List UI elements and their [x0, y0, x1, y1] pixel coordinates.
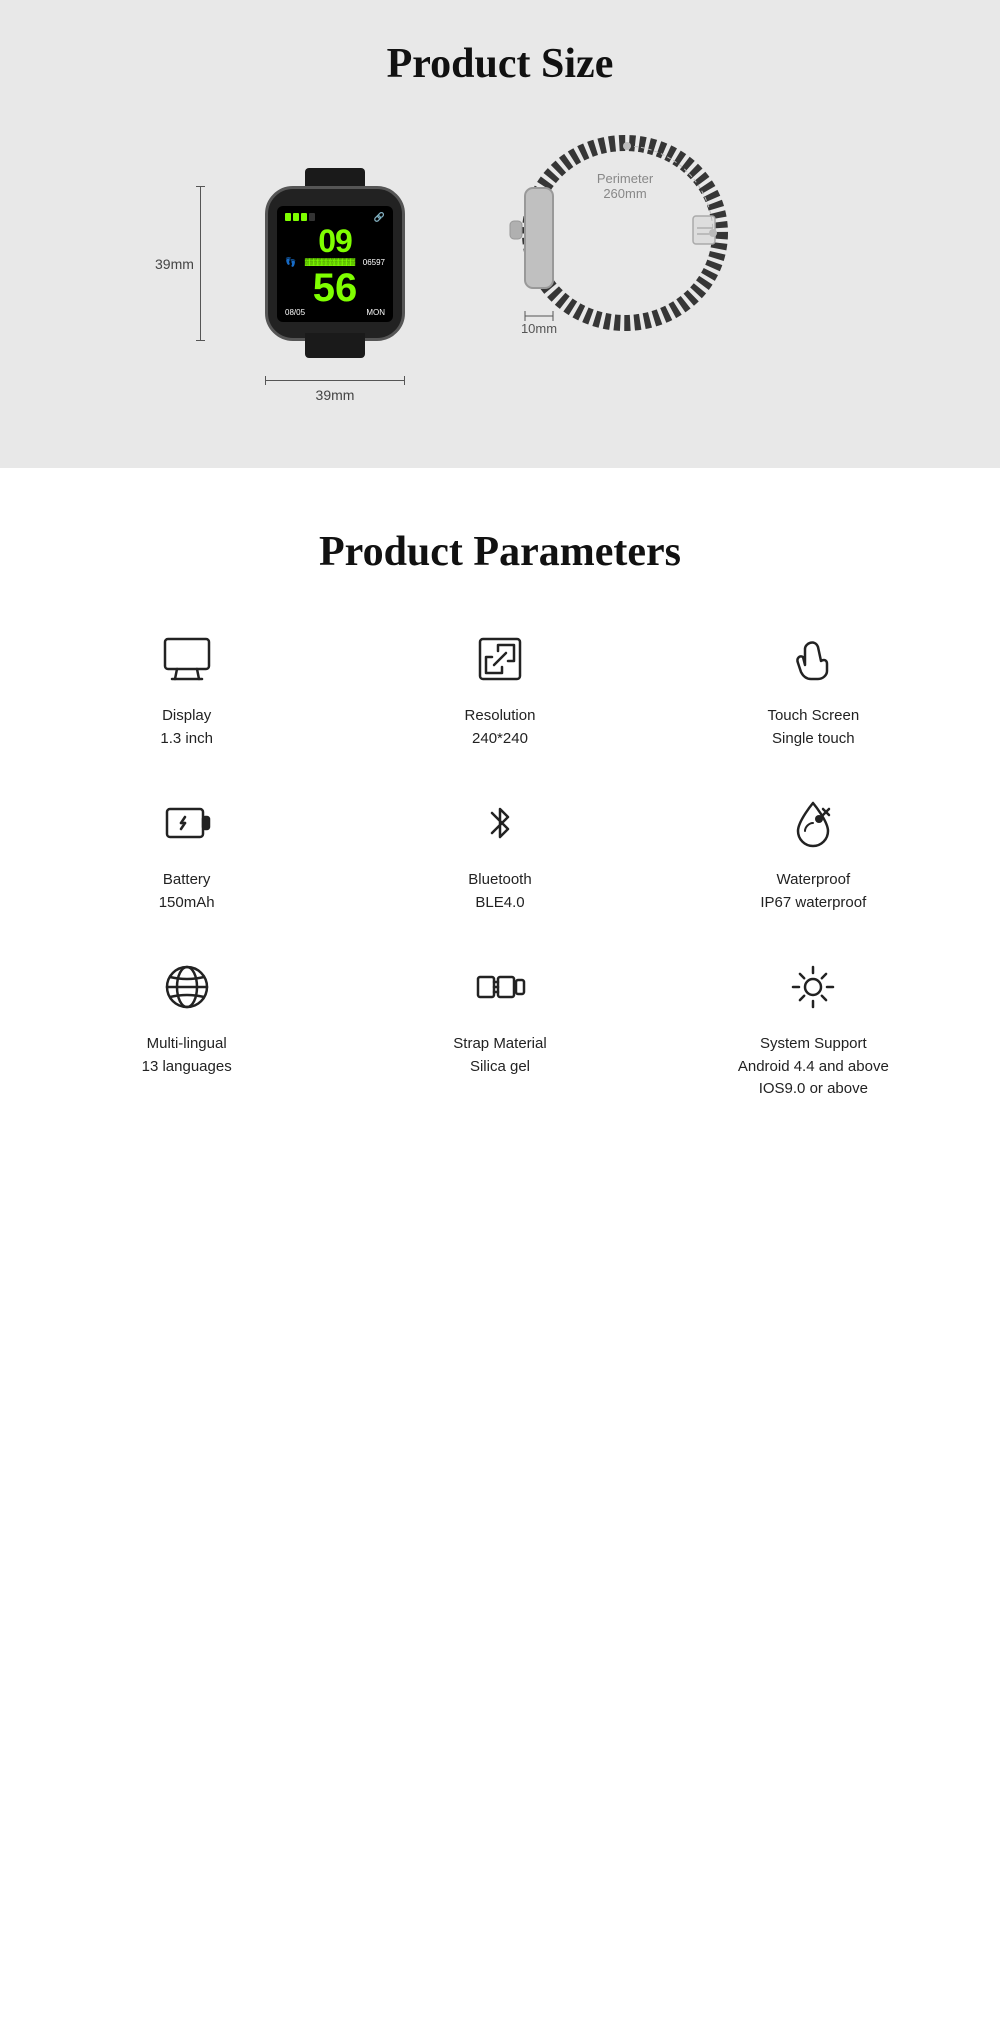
steps-number: 06597 [363, 258, 385, 267]
width-line [265, 380, 405, 381]
svg-text:Perimeter: Perimeter [597, 171, 654, 186]
param-item-battery: Battery150mAh [40, 790, 333, 914]
svg-text:260mm: 260mm [603, 186, 646, 201]
param-value-system: Android 4.4 and aboveIOS9.0 or above [738, 1056, 889, 1101]
watch-side-svg: Perimeter 260mm 10mm [495, 128, 745, 358]
battery-bar-1 [285, 213, 291, 221]
param-value-display: 1.3 inch [160, 728, 213, 751]
height-dimension: 39mm [200, 186, 201, 341]
screen-date-row: 08/05 MON [281, 308, 389, 317]
param-text-multilingual: Multi-lingual13 languages [142, 1033, 232, 1078]
param-label-bluetooth: Bluetooth [468, 869, 531, 892]
param-label-touchscreen: Touch Screen [767, 705, 859, 728]
screen-date: 08/05 [285, 308, 305, 317]
width-dimension: 39mm [265, 380, 405, 403]
connection-icon: 🔗 [374, 212, 385, 223]
param-label-display: Display [160, 705, 213, 728]
param-text-battery: Battery150mAh [159, 869, 215, 914]
height-label: 39mm [155, 256, 194, 272]
touch-screen-icon [781, 626, 846, 691]
watch-front-wrapper: 🔗 09 👣 ▓▓▓▓▓▓▓▓▓▓▓▓ 06597 56 [255, 168, 415, 358]
screen-day: MON [366, 308, 385, 317]
screen-time-hour: 09 [318, 225, 352, 257]
param-value-battery: 150mAh [159, 892, 215, 915]
resolution-icon [467, 626, 532, 691]
param-text-display: Display1.3 inch [160, 705, 213, 750]
watch-body: 🔗 09 👣 ▓▓▓▓▓▓▓▓▓▓▓▓ 06597 56 [265, 186, 405, 341]
watch-front-container: 🔗 09 👣 ▓▓▓▓▓▓▓▓▓▓▓▓ 06597 56 [255, 168, 415, 358]
watch-strap-bottom [305, 333, 365, 358]
param-value-resolution: 240*240 [465, 728, 536, 751]
param-item-system: System SupportAndroid 4.4 and aboveIOS9.… [667, 954, 960, 1101]
product-params-section: Product Parameters Display1.3 inch Resol… [0, 468, 1000, 1161]
screen-content: 🔗 09 👣 ▓▓▓▓▓▓▓▓▓▓▓▓ 06597 56 [277, 206, 393, 322]
steps-icon: 👣 [285, 257, 296, 268]
params-grid: Display1.3 inch Resolution240*240 Touch … [40, 626, 960, 1101]
param-label-system: System Support [738, 1033, 889, 1056]
steps-bar: ▓▓▓▓▓▓▓▓▓▓▓▓ [305, 259, 354, 266]
battery-icon [154, 790, 219, 855]
battery-bar-4 [309, 213, 315, 221]
param-text-system: System SupportAndroid 4.4 and aboveIOS9.… [738, 1033, 889, 1101]
param-value-bluetooth: BLE4.0 [468, 892, 531, 915]
watch-screen: 🔗 09 👣 ▓▓▓▓▓▓▓▓▓▓▓▓ 06597 56 [277, 206, 393, 322]
param-label-resolution: Resolution [465, 705, 536, 728]
watch-front: 🔗 09 👣 ▓▓▓▓▓▓▓▓▓▓▓▓ 06597 56 [255, 168, 415, 358]
product-params-title: Product Parameters [40, 528, 960, 576]
param-item-waterproof: WaterproofIP67 waterproof [667, 790, 960, 914]
param-text-bluetooth: BluetoothBLE4.0 [468, 869, 531, 914]
screen-time-min: 56 [313, 268, 358, 308]
param-value-touchscreen: Single touch [767, 728, 859, 751]
param-value-multilingual: 13 languages [142, 1056, 232, 1079]
param-item-strap: Strap MaterialSilica gel [353, 954, 646, 1101]
param-text-strap: Strap MaterialSilica gel [453, 1033, 546, 1078]
waterproof-icon [781, 790, 846, 855]
param-label-waterproof: Waterproof [760, 869, 866, 892]
battery-indicator [285, 213, 315, 221]
param-label-battery: Battery [159, 869, 215, 892]
param-value-waterproof: IP67 waterproof [760, 892, 866, 915]
param-item-display: Display1.3 inch [40, 626, 333, 750]
display-icon [154, 626, 219, 691]
bluetooth-icon [467, 790, 532, 855]
param-value-strap: Silica gel [453, 1056, 546, 1079]
svg-text:10mm: 10mm [521, 321, 557, 336]
product-size-section: Product Size [0, 0, 1000, 468]
system-icon [781, 954, 846, 1019]
battery-bar-3 [301, 213, 307, 221]
param-label-multilingual: Multi-lingual [142, 1033, 232, 1056]
height-line [200, 186, 201, 341]
param-text-waterproof: WaterproofIP67 waterproof [760, 869, 866, 914]
watch-side-container: Perimeter 260mm 10mm [495, 128, 745, 358]
param-item-bluetooth: BluetoothBLE4.0 [353, 790, 646, 914]
battery-bar-2 [293, 213, 299, 221]
param-item-multilingual: Multi-lingual13 languages [40, 954, 333, 1101]
product-size-title: Product Size [20, 40, 980, 88]
param-text-touchscreen: Touch ScreenSingle touch [767, 705, 859, 750]
param-item-touchscreen: Touch ScreenSingle touch [667, 626, 960, 750]
param-item-resolution: Resolution240*240 [353, 626, 646, 750]
language-icon [154, 954, 219, 1019]
width-label: 39mm [316, 387, 355, 403]
watch-diagrams: 🔗 09 👣 ▓▓▓▓▓▓▓▓▓▓▓▓ 06597 56 [20, 128, 980, 418]
param-text-resolution: Resolution240*240 [465, 705, 536, 750]
strap-icon [467, 954, 532, 1019]
param-label-strap: Strap Material [453, 1033, 546, 1056]
